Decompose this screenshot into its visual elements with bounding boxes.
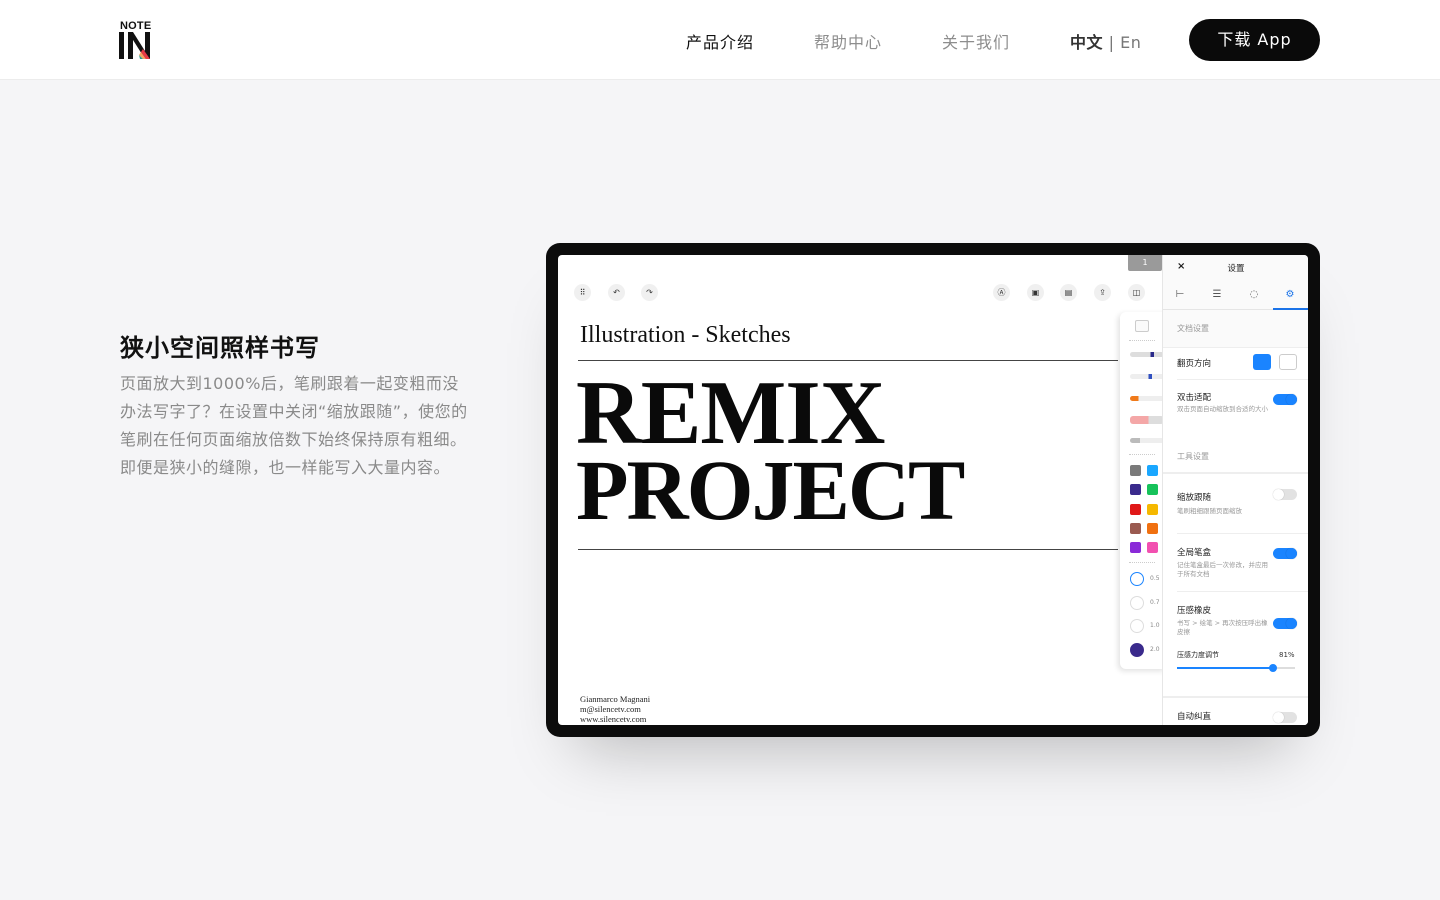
double-tap-label: 双击适配 [1177, 393, 1212, 403]
lang-zh[interactable]: 中文 [1070, 33, 1103, 52]
pressure-slider-handle[interactable] [1269, 664, 1277, 672]
list-tab-icon[interactable]: ☰ [1210, 289, 1224, 301]
doc-credits: Gianmarco Magnani m@silencetv.com www.si… [580, 694, 650, 724]
color-swatch-red[interactable] [1130, 504, 1141, 515]
brush-size-label: 2.0 [1150, 646, 1160, 653]
ruler-tab-icon[interactable]: ⊢ [1173, 289, 1187, 301]
doc-title: Illustration - Sketches [580, 322, 791, 348]
image-icon[interactable]: ▣ [1027, 284, 1044, 301]
top-navbar: NOTE 产品介绍 帮助中心 关于我们 中文 | En 下载 App [0, 0, 1440, 80]
pen-toolbox: 0.5 0.7 1.0 2.0 [1120, 312, 1166, 669]
color-swatch-pink[interactable] [1147, 542, 1158, 553]
feature-description: 页面放大到1000%后，笔刷跟着一起变粗而没办法写字了？在设置中关闭“缩放跟随”… [120, 374, 468, 477]
gear-tab-icon[interactable]: ⚙ [1283, 289, 1297, 301]
pressure-level-label: 压感力度调节 [1177, 651, 1219, 659]
apps-icon[interactable]: ⠿ [574, 284, 591, 301]
pressure-eraser-description: 书写 > 绘笔 > 再次按压呼出橡皮擦 [1177, 619, 1268, 636]
global-pen-toggle[interactable] [1273, 548, 1297, 559]
pressure-slider-fill [1177, 667, 1273, 669]
logo-in-icon [119, 32, 150, 59]
pressure-level-value: 81% [1279, 651, 1295, 659]
notein-logo[interactable]: NOTE [119, 20, 159, 62]
auto-straighten-toggle[interactable] [1273, 712, 1297, 723]
pencil-tool[interactable] [1130, 438, 1164, 443]
page-icon[interactable]: ▤ [1060, 284, 1077, 301]
row-divider [1177, 533, 1308, 534]
page-number-badge: 1 [1128, 255, 1162, 271]
color-swatch-gray[interactable] [1130, 465, 1141, 476]
zoom-follow-description: 笔刷粗细跟随页面缩放 [1177, 507, 1242, 515]
zoom-follow-label: 缩放跟随 [1177, 493, 1212, 503]
nav-about-us[interactable]: 关于我们 [942, 29, 1010, 53]
pressure-eraser-toggle[interactable] [1273, 618, 1297, 629]
settings-title: 设置 [1227, 264, 1245, 274]
eraser-pen-tool[interactable] [1130, 416, 1164, 424]
color-swatch-indigo-selected[interactable] [1130, 484, 1141, 495]
color-swatch-orange[interactable] [1147, 523, 1158, 534]
brush-size-label: 0.7 [1150, 599, 1160, 606]
color-swatch-green[interactable] [1147, 484, 1158, 495]
color-swatch-purple[interactable] [1130, 542, 1141, 553]
settings-tabs: ⊢ ☰ ◌ ⚙ [1163, 283, 1308, 310]
share-icon[interactable]: ⇪ [1094, 284, 1111, 301]
brush-size-option[interactable] [1130, 619, 1144, 633]
toolbox-separator [1129, 454, 1155, 455]
zoom-follow-toggle[interactable] [1273, 489, 1297, 500]
comment-tab-icon[interactable]: ◌ [1247, 289, 1261, 301]
vertical-flip-option[interactable] [1253, 354, 1271, 370]
brush-size-option[interactable] [1130, 572, 1144, 586]
tool-settings-card: 缩放跟随 笔刷粗细跟随页面缩放 全局笔盒 记住笔盒最后一次修改，并应用于所有文档… [1163, 473, 1308, 697]
credit-email: m@silencetv.com [580, 704, 641, 714]
nav-product-intro[interactable]: 产品介绍 [686, 29, 754, 53]
lang-en[interactable]: En [1120, 33, 1141, 52]
brush-size-label: 1.0 [1150, 622, 1160, 629]
pressure-eraser-label: 压感橡皮 [1177, 606, 1212, 616]
undo-icon[interactable]: ↶ [608, 284, 625, 301]
credit-name: Gianmarco Magnani [580, 694, 651, 704]
brush-size-option[interactable] [1130, 643, 1144, 657]
color-swatch-brown[interactable] [1130, 523, 1141, 534]
pen-mode-icon[interactable]: Ⓐ [993, 284, 1010, 301]
credit-website: www.silencetv.com [580, 714, 647, 724]
toolbox-separator [1129, 340, 1155, 341]
redo-icon[interactable]: ↷ [641, 284, 658, 301]
horizontal-flip-option[interactable] [1279, 354, 1297, 370]
brush-size-label: 0.5 [1150, 575, 1160, 582]
active-tab-indicator [1273, 308, 1308, 310]
app-screen: ⠿ ↶ ↷ Ⓐ ▣ ▤ ⇪ ◫ 1 Illustration - Sketche… [558, 255, 1308, 725]
lang-separator: | [1103, 33, 1121, 52]
brush-size-option[interactable] [1130, 596, 1144, 610]
nav-help-center[interactable]: 帮助中心 [814, 29, 882, 53]
toolbox-separator [1129, 562, 1155, 563]
color-swatch-yellow[interactable] [1147, 504, 1158, 515]
settings-panel: × 设置 ⊢ ☰ ◌ ⚙ 文档设置 翻页方向 双击适配 双击页面自动缩放到合适的… [1162, 255, 1308, 725]
panel-icon[interactable]: ◫ [1128, 284, 1145, 301]
row-divider [1177, 591, 1308, 592]
feature-title: 狭小空间照样书写 [120, 334, 320, 362]
language-switch: 中文 | En [1070, 29, 1141, 53]
double-tap-toggle[interactable] [1273, 394, 1297, 405]
flip-direction-label: 翻页方向 [1177, 359, 1212, 369]
logo-note-text: NOTE [120, 20, 152, 32]
doc-headline-project: PROJECT [576, 442, 965, 538]
divider-bottom [578, 549, 1118, 550]
auto-straighten-card: 自动纠直 [1163, 697, 1308, 725]
download-app-button[interactable]: 下载 App [1189, 19, 1320, 61]
tablet-mockup: ⠿ ↶ ↷ Ⓐ ▣ ▤ ⇪ ◫ 1 Illustration - Sketche… [546, 243, 1320, 737]
eraser-tool-icon[interactable] [1135, 320, 1149, 332]
row-divider [1177, 379, 1308, 380]
global-pen-label: 全局笔盒 [1177, 548, 1212, 558]
ballpoint-pen-tool[interactable] [1130, 374, 1164, 379]
auto-straighten-label: 自动纠直 [1177, 712, 1212, 722]
tool-settings-header: 工具设置 [1177, 452, 1209, 461]
divider-top [578, 360, 1118, 361]
marker-tool[interactable] [1130, 396, 1164, 401]
fountain-pen-tool[interactable] [1130, 352, 1164, 357]
doc-settings-header: 文档设置 [1177, 324, 1209, 333]
color-swatch-blue[interactable] [1147, 465, 1158, 476]
pressure-slider[interactable] [1177, 664, 1295, 672]
double-tap-description: 双击页面自动缩放到合适的大小 [1177, 405, 1268, 413]
global-pen-description: 记住笔盒最后一次修改，并应用于所有文档 [1177, 561, 1268, 578]
